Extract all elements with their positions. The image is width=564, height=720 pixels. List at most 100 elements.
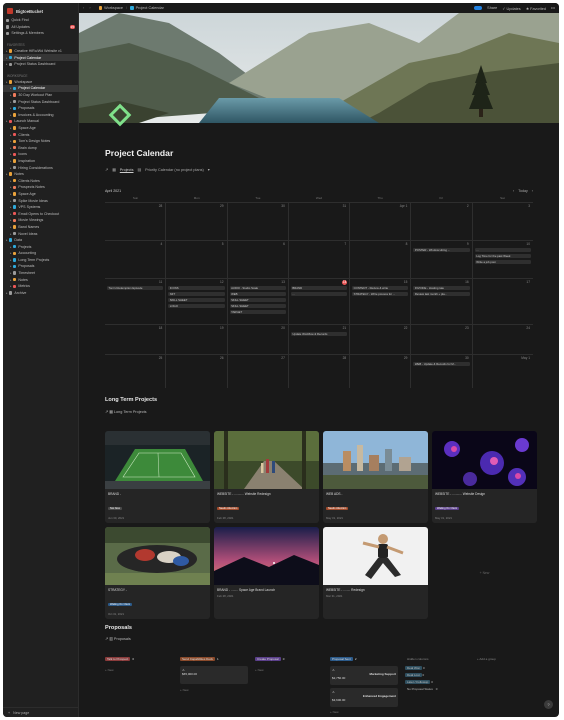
sidebar-item[interactable]: ▸ Long Term Projects	[3, 257, 78, 264]
calendar-day[interactable]: 9 POSTER - Window Hiring ...	[410, 241, 471, 278]
hidden-column-item[interactable]: Deal Lost 0	[405, 673, 424, 677]
hidden-column-item[interactable]: Later / Followup 0	[405, 680, 433, 684]
hidden-column-item[interactable]: No Proposal Status 0	[405, 687, 437, 691]
calendar-event[interactable]: ...	[290, 291, 348, 297]
sidebar-item[interactable]: ▸ Prospects Notes	[3, 184, 78, 191]
project-card[interactable]: WEB ADS - Needs Attention May 31, 2021	[323, 431, 428, 523]
column-header[interactable]: Send Capabilities Deck 1	[180, 656, 219, 662]
calendar-event[interactable]: STRATEGY - Write process for ...	[352, 291, 409, 297]
back-forward-icons[interactable]: ‹ ›	[83, 6, 93, 10]
calendar-event[interactable]: INVOICE - Hosting rate	[413, 286, 470, 291]
calendar-day[interactable]: 14 BRAND...	[287, 279, 349, 324]
calendar-day[interactable]: May 1	[471, 355, 533, 388]
proposal-card[interactable]: ⚠ Enhanced Engagement $3,600.00	[330, 688, 398, 707]
calendar-event[interactable]: SKILL SHEET	[168, 297, 225, 303]
column-header[interactable]: Create Proposal 0	[255, 656, 284, 662]
calendar-day[interactable]: 2	[410, 203, 471, 240]
calendar-event[interactable]: Write a job post	[474, 259, 531, 265]
cover-image[interactable]	[79, 13, 559, 123]
calendar-day[interactable]: 7	[287, 241, 349, 278]
calendar-day[interactable]: 25	[105, 355, 165, 388]
page-title[interactable]: Project Calendar	[105, 148, 173, 158]
proposals-view-link[interactable]: Proposals	[114, 637, 131, 641]
calendar-day[interactable]: 11 Tom's Redemption Episode	[105, 279, 165, 324]
sidebar-item[interactable]: ▸ Clients	[3, 131, 78, 138]
sidebar-item[interactable]: ▸ Project Status Dashboard	[3, 61, 78, 68]
calendar-day[interactable]: 20	[226, 325, 288, 354]
calendar-day[interactable]: 29	[349, 355, 410, 388]
sidebar-item[interactable]: ▸ Clients Notes	[3, 177, 78, 184]
sidebar-item[interactable]: Quick Find	[3, 17, 78, 24]
calendar-day[interactable]: 13 AUDIO - Studio Scale WEB SKILL SHEET SKIL…	[226, 279, 288, 324]
calendar-day[interactable]: 10... Log Time for the past Week Write a j…	[471, 241, 533, 278]
sidebar-item[interactable]: ▸ Band Names	[3, 224, 78, 231]
updates-button[interactable]: ✓ Updates	[502, 6, 520, 11]
sidebar-item[interactable]: ▸ Invoices & Accounting	[3, 112, 78, 119]
project-card[interactable]: BRAND - ........ Space Age Brand Launch F…	[214, 527, 319, 619]
sidebar-item[interactable]: ▸ Notes	[3, 171, 78, 178]
calendar-day[interactable]: 29	[165, 203, 226, 240]
calendar-event[interactable]: POSTER - Window Hiring ...	[413, 248, 470, 253]
sidebar-item[interactable]: ▸ Space Age	[3, 191, 78, 198]
calendar-event[interactable]: Log Time for the past Week	[474, 253, 531, 259]
breadcrumb-page[interactable]: Project Calendar	[136, 6, 164, 10]
calendar-event[interactable]: TARGET	[229, 309, 286, 314]
sidebar-item[interactable]: ▸ Notes	[3, 276, 78, 283]
sidebar-item[interactable]: ▸ Project Calendar	[3, 85, 78, 92]
calendar-day[interactable]: 17	[471, 279, 533, 324]
projects-link[interactable]: Projects	[120, 168, 134, 172]
new-card-button[interactable]: + New	[255, 668, 264, 672]
calendar-day[interactable]: 4	[105, 241, 165, 278]
project-card[interactable]: STRATEGY - Waiting On Client Oct 31, 2021	[105, 527, 210, 619]
hidden-column-item[interactable]: Deal Won 0	[405, 666, 425, 670]
calendar-event[interactable]: ...	[474, 248, 531, 253]
calendar-day[interactable]: 22	[349, 325, 410, 354]
sidebar-item[interactable]: ▸ Brain dump	[3, 145, 78, 152]
calendar-event[interactable]: WEB - Update & Records for M...	[413, 362, 470, 367]
calendar-event[interactable]: Review last month + pla...	[413, 291, 470, 297]
sidebar-item[interactable]: ▸ Launch Manual	[3, 118, 78, 125]
favorite-button[interactable]: ★ Favorited	[526, 6, 546, 11]
calendar-day[interactable]: 27	[226, 355, 288, 388]
long-term-heading[interactable]: Long Term Projects	[105, 397, 157, 403]
sidebar-item[interactable]: ▸ Proposals	[3, 263, 78, 270]
column-header[interactable]: Proposal Sent 2	[330, 656, 357, 662]
sidebar-item[interactable]: ▸ Accounting	[3, 250, 78, 257]
workspace-switcher[interactable]: BigtoeBucket	[3, 5, 78, 17]
calendar-day[interactable]: 30	[226, 203, 288, 240]
calendar-day[interactable]: 23	[410, 325, 471, 354]
calendar-day[interactable]: 5	[165, 241, 226, 278]
prev-month-icon[interactable]: ‹	[513, 189, 514, 193]
sidebar-item[interactable]: ▸ Email Opens to Checkout	[3, 210, 78, 217]
long-term-view-link[interactable]: Long Term Projects	[114, 410, 147, 414]
next-month-icon[interactable]: ›	[532, 189, 533, 193]
proposals-heading[interactable]: Proposals	[105, 625, 132, 631]
calendar-event[interactable]: ICONS	[168, 286, 225, 291]
proposal-card[interactable]: ⚠ Marketing Support $2,750.00	[330, 666, 398, 685]
theme-toggle[interactable]	[474, 6, 483, 10]
calendar-event[interactable]: NFT	[168, 291, 225, 297]
sidebar-item[interactable]: ▸ Project Status Dashboard	[3, 98, 78, 105]
column-header[interactable]: + Add a group	[475, 656, 498, 662]
calendar-event[interactable]: Update Workflow & Records	[290, 332, 348, 337]
calendar-event[interactable]: CONTENT - Review & write	[352, 286, 409, 291]
sidebar-item[interactable]: All Updates 15	[3, 24, 78, 31]
sidebar-item[interactable]: ▸ Space Age	[3, 125, 78, 132]
calendar-day[interactable]: 15 CONTENT - Review & write STRATEGY - Wri…	[349, 279, 410, 324]
calendar-day[interactable]: 12 ICONS NFT SKILL SHEET LOGO	[165, 279, 226, 324]
sidebar-item[interactable]: ▸ Movie Viewings	[3, 217, 78, 224]
sidebar-item[interactable]: ▸ Spike Movie Ideas	[3, 197, 78, 204]
chevron-down-icon[interactable]: ▾	[208, 167, 210, 172]
calendar-event[interactable]: SKILL SHEET	[229, 303, 286, 309]
sidebar-item[interactable]: ▸ Creative HiRo/Wd Website v1	[3, 48, 78, 55]
calendar-day[interactable]: 8	[349, 241, 410, 278]
calendar-day[interactable]: 28	[105, 203, 165, 240]
sidebar-item[interactable]: Settings & Members	[3, 30, 78, 37]
calendar-day[interactable]: 3	[471, 203, 533, 240]
sidebar-item[interactable]: ▸ Icons	[3, 151, 78, 158]
sidebar-item[interactable]: ▸ Proposals	[3, 105, 78, 112]
sidebar-item[interactable]: ▸ Inspiration	[3, 158, 78, 165]
proposal-card[interactable]: ⚠ $65,000.00	[180, 666, 248, 684]
breadcrumb-workspace[interactable]: Workspace	[104, 6, 123, 10]
calendar-day[interactable]: 18	[105, 325, 165, 354]
